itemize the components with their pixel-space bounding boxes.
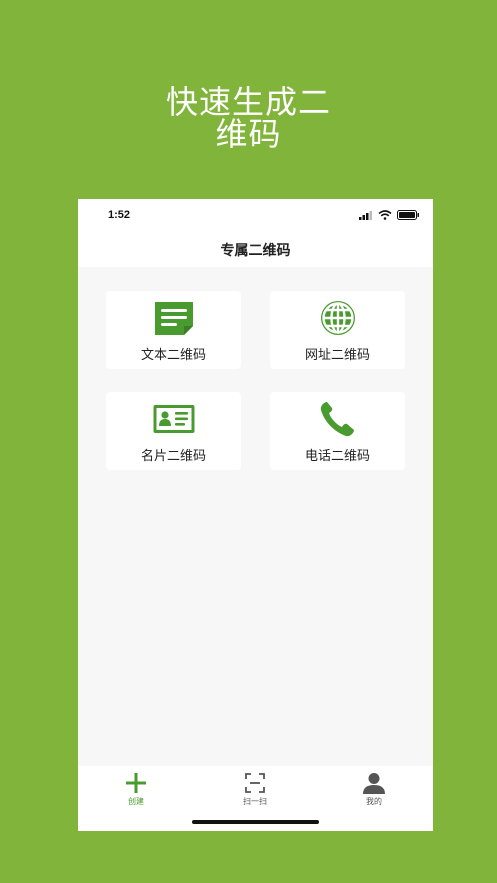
tab-create-label: 创建 [128,797,144,806]
status-time: 1:52 [108,209,131,221]
card-qrcode-card[interactable]: 名片二维码 [106,392,241,470]
status-icons [359,210,419,220]
promo-line-2: 维码 [215,115,282,153]
scan-icon [245,773,265,793]
tab-mine[interactable]: 我的 [334,772,414,812]
person-icon [363,773,385,794]
battery-icon [397,210,419,220]
business-card-icon [153,405,195,433]
phone-qrcode-label: 电话二维码 [304,449,370,464]
text-qrcode-label: 文本二维码 [140,348,206,363]
tab-scan-label: 扫一扫 [243,797,267,806]
home-indicator[interactable] [192,820,319,824]
promo-line-1: 快速生成二 [165,83,331,121]
url-qrcode-card[interactable]: 网址二维码 [270,291,405,369]
tab-create[interactable]: 创建 [96,772,176,812]
signal-icon [359,211,372,220]
nav-bar: 专属二维码 [78,233,433,267]
page-title: 专属二维码 [220,243,291,259]
promo-headline: 快速生成二 维码 [0,86,497,150]
plus-icon [126,773,146,793]
tab-mine-label: 我的 [366,797,382,806]
text-qrcode-card[interactable]: 文本二维码 [106,291,241,369]
tab-scan[interactable]: 扫一扫 [215,772,295,812]
phone-icon [320,402,354,437]
text-document-icon [155,302,193,335]
phone-screen: 1:52 专属二维码 文本二维码 网址二维码 名片二维码 电话二维码 创建 扫一… [78,199,433,831]
status-bar: 1:52 [78,199,433,233]
url-qrcode-label: 网址二维码 [304,348,370,363]
globe-icon [321,301,355,335]
phone-qrcode-card[interactable]: 电话二维码 [270,392,405,470]
wifi-icon [378,210,392,220]
card-qrcode-label: 名片二维码 [140,449,206,464]
